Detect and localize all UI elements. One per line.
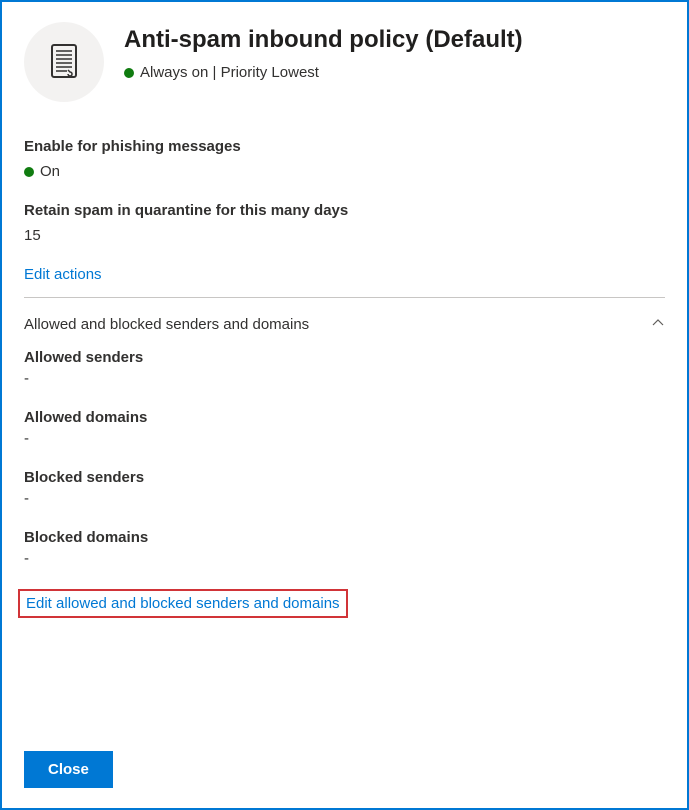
status-text: Always on | Priority Lowest [140, 64, 319, 81]
close-button[interactable]: Close [24, 751, 113, 788]
edit-allowed-blocked-link[interactable]: Edit allowed and blocked senders and dom… [18, 589, 348, 618]
blocked-senders-label: Blocked senders [24, 469, 665, 486]
field-retain: Retain spam in quarantine for this many … [24, 202, 665, 244]
panel-footer: Close [24, 751, 113, 788]
title-block: Anti-spam inbound policy (Default) Alway… [124, 22, 523, 81]
allowed-domains-value: - [24, 430, 665, 447]
policy-panel: Anti-spam inbound policy (Default) Alway… [0, 0, 689, 810]
on-dot-icon [24, 167, 34, 177]
status-dot-icon [124, 68, 134, 78]
allowed-domains-label: Allowed domains [24, 409, 665, 426]
allowed-senders-value: - [24, 370, 665, 387]
phishing-value: On [24, 163, 665, 180]
field-allowed-senders: Allowed senders - [24, 349, 665, 387]
retain-value: 15 [24, 227, 665, 244]
policy-icon-circle [24, 22, 104, 102]
section-title: Allowed and blocked senders and domains [24, 316, 309, 333]
edit-allowed-blocked-wrap: Edit allowed and blocked senders and dom… [24, 589, 665, 618]
status-line: Always on | Priority Lowest [124, 64, 523, 81]
field-blocked-senders: Blocked senders - [24, 469, 665, 507]
chevron-up-icon [651, 316, 665, 333]
section-header-allowed-blocked[interactable]: Allowed and blocked senders and domains [24, 298, 665, 349]
blocked-domains-value: - [24, 550, 665, 567]
allowed-senders-label: Allowed senders [24, 349, 665, 366]
blocked-domains-label: Blocked domains [24, 529, 665, 546]
field-blocked-domains: Blocked domains - [24, 529, 665, 567]
field-phishing: Enable for phishing messages On [24, 138, 665, 180]
phishing-label: Enable for phishing messages [24, 138, 665, 155]
blocked-senders-value: - [24, 490, 665, 507]
section-body: Allowed senders - Allowed domains - Bloc… [24, 349, 665, 567]
panel-header: Anti-spam inbound policy (Default) Alway… [24, 22, 665, 102]
field-allowed-domains: Allowed domains - [24, 409, 665, 447]
retain-label: Retain spam in quarantine for this many … [24, 202, 665, 219]
phishing-value-text: On [40, 163, 60, 180]
policy-document-icon [45, 42, 83, 83]
panel-title: Anti-spam inbound policy (Default) [124, 26, 523, 54]
edit-actions-link[interactable]: Edit actions [24, 266, 102, 283]
